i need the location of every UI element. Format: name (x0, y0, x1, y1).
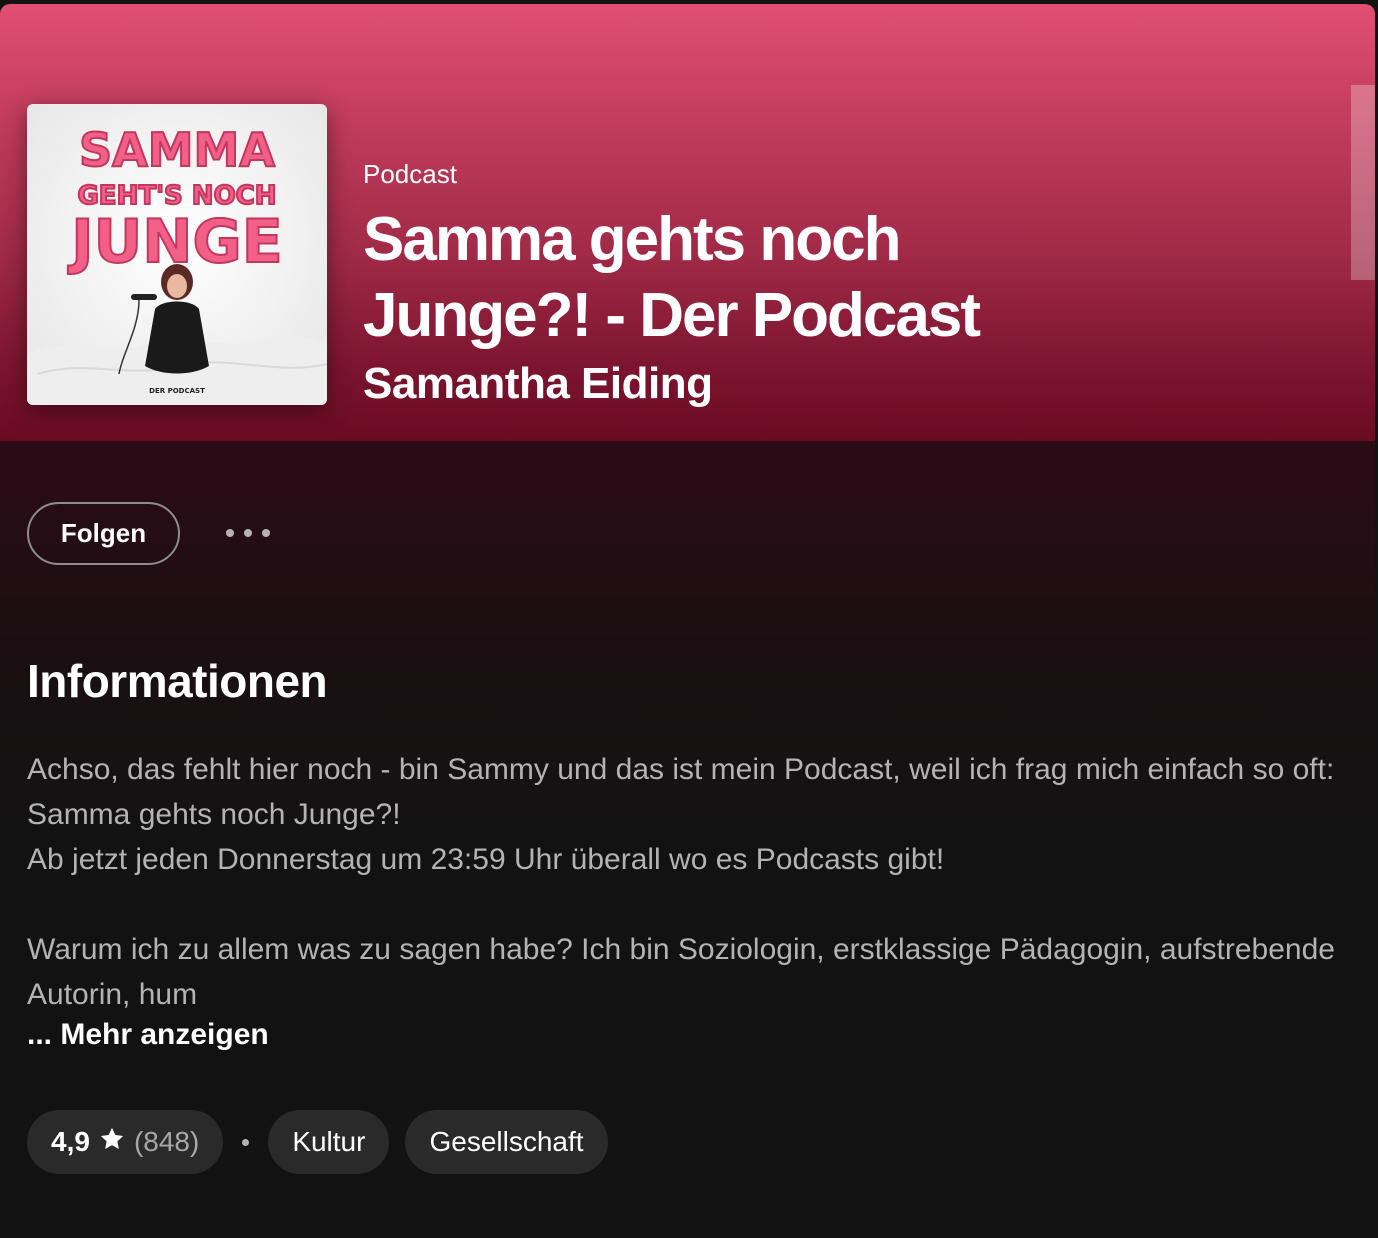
podcast-cover-art: SAMMA GEHT'S NOCH JUNGE DER PODCAST (27, 104, 327, 405)
tag-chip-gesellschaft[interactable]: Gesellschaft (405, 1110, 608, 1174)
cover-line-1: SAMMA (79, 123, 275, 177)
scrollbar-thumb[interactable] (1351, 85, 1375, 280)
description-paragraph: Warum ich zu allem was zu sagen habe? Ic… (27, 933, 1335, 1011)
podcast-title: Samma gehts noch Junge?! - Der Podcast (363, 205, 981, 350)
show-more-link[interactable]: ... Mehr anzeigen (27, 1018, 269, 1052)
dot (262, 529, 270, 537)
meta-chips: 4,9 (848) Kultur Gesellschaft (27, 1110, 608, 1174)
separator-dot (242, 1138, 250, 1146)
rating-count: (848) (133, 1126, 200, 1157)
description-paragraph: Ab jetzt jeden Donnerstag um 23:59 Uhr ü… (27, 843, 945, 876)
podcast-description: Achso, das fehlt hier noch - bin Sammy u… (27, 747, 1347, 1017)
rating-chip[interactable]: 4,9 (848) (27, 1110, 224, 1174)
star-icon (98, 1125, 126, 1160)
rating-value: 4,9 (51, 1126, 90, 1157)
cover-footer: DER PODCAST (149, 387, 205, 395)
podcast-author[interactable]: Samantha Eiding (363, 354, 1083, 414)
info-heading: Informationen (27, 655, 328, 707)
podcast-header: Podcast Samma gehts noch Junge?! - Der P… (363, 154, 1083, 414)
dot (226, 529, 234, 537)
content-type-label: Podcast (363, 159, 457, 189)
follow-button[interactable]: Folgen (27, 502, 180, 565)
more-options-icon[interactable] (214, 513, 282, 553)
podcast-page: SAMMA GEHT'S NOCH JUNGE DER PODCAST Podc… (0, 4, 1375, 1238)
tag-chip-kultur[interactable]: Kultur (268, 1110, 390, 1174)
dot (244, 529, 252, 537)
description-paragraph: Achso, das fehlt hier noch - bin Sammy u… (27, 753, 1335, 831)
